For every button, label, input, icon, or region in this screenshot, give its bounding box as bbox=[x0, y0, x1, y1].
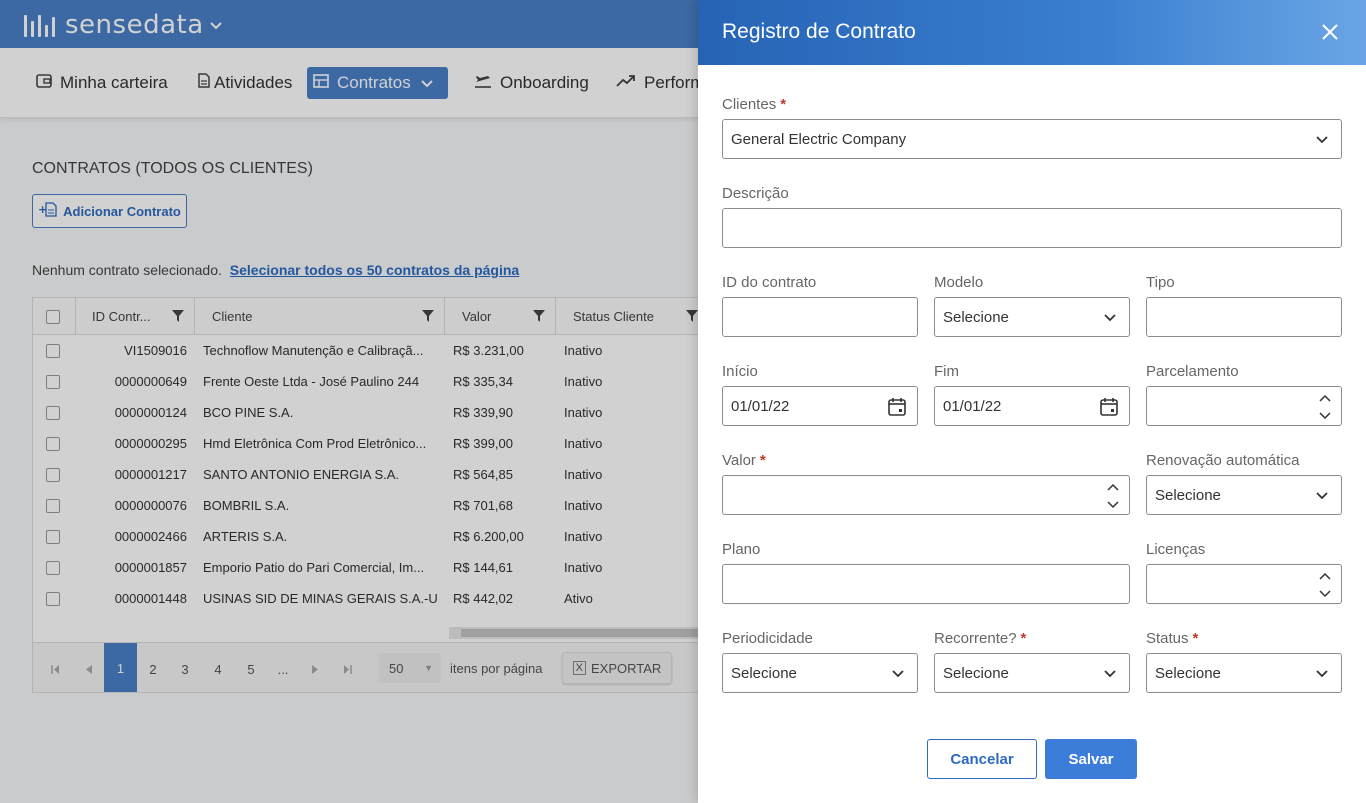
status-label-text: Status bbox=[1146, 630, 1189, 647]
recorrente-select[interactable]: Selecione bbox=[934, 653, 1130, 693]
chevron-down-icon bbox=[1104, 670, 1116, 678]
id-contrato-label: ID do contrato bbox=[722, 274, 817, 291]
drawer-header: Registro de Contrato bbox=[698, 0, 1366, 65]
spinner-arrows-icon[interactable] bbox=[1319, 393, 1331, 421]
descricao-input[interactable] bbox=[722, 208, 1342, 248]
chevron-down-icon bbox=[892, 670, 904, 678]
licencas-label: Licenças bbox=[1146, 541, 1206, 558]
required-mark: * bbox=[759, 452, 766, 469]
chevron-down-icon bbox=[1104, 314, 1116, 322]
inicio-value: 01/01/22 bbox=[731, 397, 790, 415]
parcelamento-label: Parcelamento bbox=[1146, 363, 1239, 380]
close-icon[interactable] bbox=[1318, 20, 1342, 44]
periodicidade-label: Periodicidade bbox=[722, 630, 813, 647]
chevron-down-icon bbox=[1316, 136, 1328, 144]
required-mark: * bbox=[1192, 630, 1199, 647]
fim-date-input[interactable]: 01/01/22 bbox=[934, 386, 1130, 426]
id-contrato-input[interactable] bbox=[722, 297, 918, 337]
periodicidade-value: Selecione bbox=[731, 664, 797, 682]
renovacao-value: Selecione bbox=[1155, 486, 1221, 504]
renovacao-label: Renovação automática bbox=[1146, 452, 1300, 469]
recorrente-value: Selecione bbox=[943, 664, 1009, 682]
save-button[interactable]: Salvar bbox=[1045, 739, 1137, 779]
modelo-label: Modelo bbox=[934, 274, 984, 291]
inicio-label: Início bbox=[722, 363, 758, 380]
fim-value: 01/01/22 bbox=[943, 397, 1002, 415]
required-mark: * bbox=[1020, 630, 1027, 647]
recorrente-label: Recorrente? * bbox=[934, 630, 1026, 647]
status-label: Status * bbox=[1146, 630, 1198, 647]
valor-label: Valor * bbox=[722, 452, 766, 469]
descricao-label: Descrição bbox=[722, 185, 789, 202]
renovacao-select[interactable]: Selecione bbox=[1146, 475, 1342, 515]
fim-label: Fim bbox=[934, 363, 959, 380]
contract-registration-drawer: Registro de Contrato Clientes * General E… bbox=[698, 0, 1366, 803]
clientes-select[interactable]: General Electric Company bbox=[722, 119, 1342, 159]
cancel-button[interactable]: Cancelar bbox=[927, 739, 1037, 779]
drawer-title: Registro de Contrato bbox=[722, 20, 916, 43]
status-select[interactable]: Selecione bbox=[1146, 653, 1342, 693]
chevron-down-icon bbox=[1316, 492, 1328, 500]
valor-number-input[interactable] bbox=[722, 475, 1130, 515]
modelo-select[interactable]: Selecione bbox=[934, 297, 1130, 337]
clientes-label: Clientes * bbox=[722, 96, 786, 113]
chevron-down-icon bbox=[1316, 670, 1328, 678]
calendar-icon[interactable] bbox=[1099, 397, 1119, 417]
modelo-value: Selecione bbox=[943, 308, 1009, 326]
calendar-icon[interactable] bbox=[887, 397, 907, 417]
valor-label-text: Valor bbox=[722, 452, 756, 469]
required-mark: * bbox=[780, 96, 787, 113]
tipo-input[interactable] bbox=[1146, 297, 1342, 337]
clientes-label-text: Clientes bbox=[722, 96, 777, 113]
inicio-date-input[interactable]: 01/01/22 bbox=[722, 386, 918, 426]
licencas-number-input[interactable] bbox=[1146, 564, 1342, 604]
spinner-arrows-icon[interactable] bbox=[1107, 482, 1119, 510]
parcelamento-number-input[interactable] bbox=[1146, 386, 1342, 426]
recorrente-label-text: Recorrente? bbox=[934, 630, 1017, 647]
plano-input[interactable] bbox=[722, 564, 1130, 604]
tipo-label: Tipo bbox=[1146, 274, 1175, 291]
periodicidade-select[interactable]: Selecione bbox=[722, 653, 918, 693]
status-value: Selecione bbox=[1155, 664, 1221, 682]
spinner-arrows-icon[interactable] bbox=[1319, 571, 1331, 599]
clientes-value: General Electric Company bbox=[731, 130, 907, 148]
plano-label: Plano bbox=[722, 541, 761, 558]
